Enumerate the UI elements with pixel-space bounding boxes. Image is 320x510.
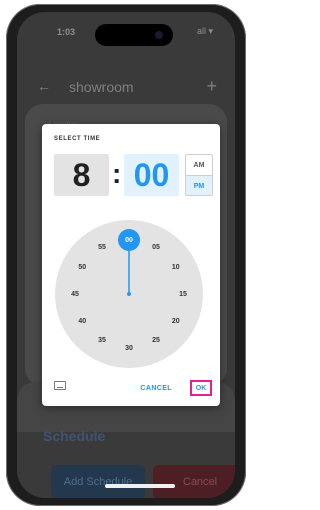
status-indicators: all ▾ xyxy=(196,26,213,36)
hour-display[interactable]: 8 xyxy=(54,154,109,196)
dial-number-40[interactable]: 40 xyxy=(73,315,91,327)
dynamic-island xyxy=(95,24,173,46)
dialog-title: SELECT TIME xyxy=(54,136,101,142)
cancel-schedule-button[interactable]: Cancel xyxy=(153,465,235,498)
am-button[interactable]: AM xyxy=(186,155,212,176)
add-schedule-button[interactable]: Add Schedule xyxy=(51,465,145,498)
dial-number-30[interactable]: 30 xyxy=(120,342,138,354)
camera-icon xyxy=(155,31,163,39)
dial-number-00[interactable]: 00 xyxy=(120,234,138,246)
page-title: showroom xyxy=(69,79,134,95)
status-time: 1:03 xyxy=(57,27,76,37)
ok-button[interactable]: OK xyxy=(190,380,212,396)
dial-number-35[interactable]: 35 xyxy=(93,335,111,347)
dial-number-50[interactable]: 50 xyxy=(73,261,91,273)
home-indicator xyxy=(105,484,175,488)
dial-number-05[interactable]: 05 xyxy=(147,241,165,253)
dial-number-15[interactable]: 15 xyxy=(174,288,192,300)
dial-number-10[interactable]: 10 xyxy=(167,261,185,273)
schedule-title: Schedule xyxy=(43,428,106,444)
time-picker-dialog: SELECT TIME 8 : 00 AM PM 00 05 10 15 20 25 30 3… xyxy=(42,124,220,406)
pm-button[interactable]: PM xyxy=(186,176,212,195)
plus-icon[interactable]: + xyxy=(206,76,217,97)
dial-number-45[interactable]: 45 xyxy=(66,288,84,300)
minute-display[interactable]: 00 xyxy=(124,154,179,196)
dial-number-55[interactable]: 55 xyxy=(93,241,111,253)
clock-dial[interactable]: 00 05 10 15 20 25 30 35 40 45 50 55 xyxy=(55,220,203,368)
app-bar: ← showroom + xyxy=(17,76,235,100)
period-toggle: AM PM xyxy=(185,154,213,196)
dial-number-20[interactable]: 20 xyxy=(167,315,185,327)
cancel-button[interactable]: CANCEL xyxy=(140,385,172,392)
arrow-left-icon[interactable]: ← xyxy=(37,78,51,94)
time-separator: : xyxy=(112,158,122,189)
dial-number-25[interactable]: 25 xyxy=(147,335,165,347)
keyboard-icon[interactable] xyxy=(54,381,66,390)
